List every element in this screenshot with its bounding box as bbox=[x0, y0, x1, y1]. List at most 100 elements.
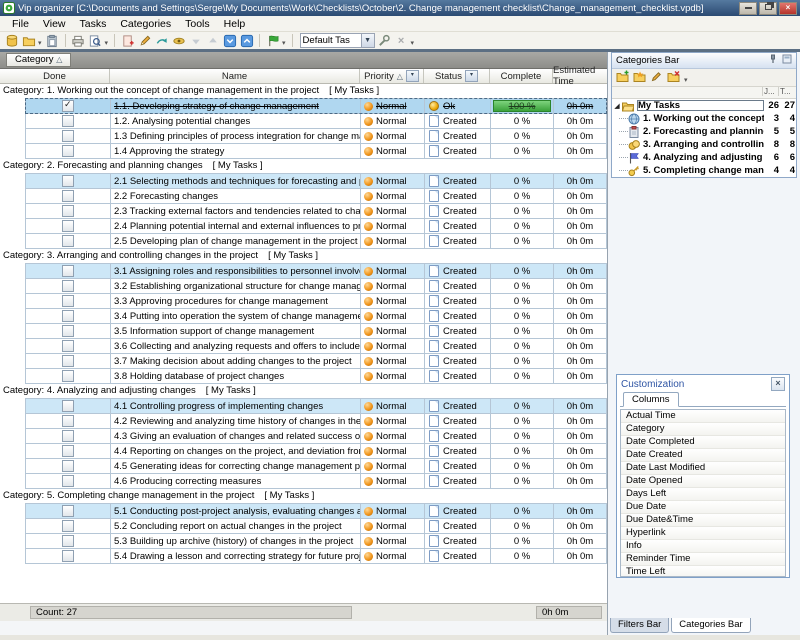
categories-toolbar-overflow-icon[interactable]: ▾ bbox=[684, 76, 688, 84]
tab-columns[interactable]: Columns bbox=[623, 392, 679, 407]
task-checkbox[interactable] bbox=[62, 190, 74, 202]
collapse-all-icon[interactable] bbox=[239, 33, 254, 48]
expand-all-icon[interactable] bbox=[222, 33, 237, 48]
task-row[interactable]: 4.5 Generating ideas for correcting chan… bbox=[25, 458, 607, 474]
customization-column-item[interactable]: Reminder Time bbox=[621, 553, 785, 566]
tree-expander-icon[interactable]: ◢ bbox=[612, 102, 622, 110]
category-tree-item[interactable]: 1. Working out the concept of ch34 bbox=[612, 112, 796, 125]
open-database-icon[interactable] bbox=[21, 33, 36, 48]
task-checkbox[interactable] bbox=[62, 325, 74, 337]
flag-icon[interactable] bbox=[265, 33, 280, 48]
column-header-name[interactable]: Name bbox=[110, 69, 360, 83]
task-row[interactable]: 5.1 Conducting post-project analysis, ev… bbox=[25, 503, 607, 519]
menu-file[interactable]: File bbox=[6, 17, 35, 31]
task-row[interactable]: 3.4 Putting into operation the system of… bbox=[25, 308, 607, 324]
task-row[interactable]: 4.2 Reviewing and analyzing time history… bbox=[25, 413, 607, 429]
pin-icon[interactable] bbox=[768, 54, 778, 67]
print-icon[interactable] bbox=[71, 33, 86, 48]
task-row[interactable]: 2.2 Forecasting changesNormalCreated0 %0… bbox=[25, 188, 607, 204]
flag-dropdown-icon[interactable]: ▾ bbox=[282, 39, 286, 47]
task-checkbox[interactable] bbox=[62, 310, 74, 322]
task-row[interactable]: 1.3 Defining principles of process integ… bbox=[25, 128, 607, 144]
task-row[interactable]: 1.4 Approving the strategyNormalCreated0… bbox=[25, 143, 607, 159]
customization-column-item[interactable]: Date Opened bbox=[621, 475, 785, 488]
add-subcategory-icon[interactable] bbox=[633, 70, 646, 86]
task-row[interactable]: 3.5 Information support of change manage… bbox=[25, 323, 607, 339]
task-checkbox[interactable] bbox=[62, 520, 74, 532]
column-header-done[interactable]: Done bbox=[0, 69, 110, 83]
task-checkbox[interactable] bbox=[62, 205, 74, 217]
task-checkbox[interactable] bbox=[62, 400, 74, 412]
task-checkbox[interactable] bbox=[62, 280, 74, 292]
customization-column-item[interactable]: Category bbox=[621, 423, 785, 436]
group-by-category-button[interactable]: Category △ bbox=[6, 53, 71, 67]
task-checkbox[interactable] bbox=[62, 415, 74, 427]
priority-filter-icon[interactable]: ▾ bbox=[406, 70, 419, 82]
column-header-priority[interactable]: Priority △ ▾ bbox=[360, 69, 424, 83]
task-checkbox[interactable] bbox=[62, 445, 74, 457]
category-tree-item[interactable]: 4. Analyzing and adjusting chang66 bbox=[612, 151, 796, 164]
task-row[interactable]: 2.4 Planning potential internal and exte… bbox=[25, 218, 607, 234]
task-row[interactable]: 2.3 Tracking external factors and tenden… bbox=[25, 203, 607, 219]
menu-tools[interactable]: Tools bbox=[179, 17, 216, 31]
task-type-combo[interactable]: Default Tas ▼ bbox=[300, 33, 375, 48]
task-row[interactable]: 3.6 Collecting and analyzing requests an… bbox=[25, 338, 607, 354]
delete-category-icon[interactable] bbox=[667, 70, 680, 86]
move-down-icon[interactable] bbox=[188, 33, 203, 48]
edit-task-icon[interactable] bbox=[137, 33, 152, 48]
hide-panel-icon[interactable] bbox=[782, 54, 792, 67]
task-row[interactable]: 5.3 Building up archive (history) of cha… bbox=[25, 533, 607, 549]
task-checkbox[interactable] bbox=[62, 370, 74, 382]
customization-column-item[interactable]: Time Left bbox=[621, 566, 785, 577]
task-row[interactable]: 3.1 Assigning roles and responsibilities… bbox=[25, 263, 607, 279]
column-header-estimated-time[interactable]: Estimated Time bbox=[553, 69, 607, 83]
category-tree-item[interactable]: 2. Forecasting and planning chan55 bbox=[612, 125, 796, 138]
open-dropdown-icon[interactable]: ▾ bbox=[38, 39, 42, 47]
restore-button[interactable] bbox=[759, 2, 777, 15]
status-filter-icon[interactable]: ▾ bbox=[465, 70, 478, 82]
task-checkbox[interactable] bbox=[62, 265, 74, 277]
task-checkbox[interactable] bbox=[62, 175, 74, 187]
tree-column-jobs[interactable]: J... bbox=[762, 87, 779, 96]
task-checkbox[interactable] bbox=[62, 130, 74, 142]
customization-column-item[interactable]: Date Last Modified bbox=[621, 462, 785, 475]
task-row[interactable]: 5.2 Concluding report on actual changes … bbox=[25, 518, 607, 534]
print-dropdown-icon[interactable]: ▾ bbox=[105, 39, 109, 47]
task-checkbox[interactable] bbox=[62, 340, 74, 352]
task-checkbox[interactable] bbox=[62, 355, 74, 367]
task-checkbox[interactable] bbox=[62, 550, 74, 562]
menu-help[interactable]: Help bbox=[218, 17, 252, 31]
save-icon[interactable] bbox=[45, 33, 60, 48]
task-row[interactable]: 2.1 Selecting methods and techniques for… bbox=[25, 173, 607, 189]
task-row[interactable]: 4.3 Giving an evaluation of changes and … bbox=[25, 428, 607, 444]
task-checkbox[interactable] bbox=[62, 295, 74, 307]
minimize-button[interactable] bbox=[739, 2, 757, 15]
view-task-icon[interactable] bbox=[171, 33, 186, 48]
task-checkbox[interactable] bbox=[62, 220, 74, 232]
tab-categories-bar[interactable]: Categories Bar bbox=[671, 618, 750, 633]
task-row[interactable]: 3.2 Establishing organizational structur… bbox=[25, 278, 607, 294]
add-category-icon[interactable] bbox=[616, 70, 629, 86]
new-task-icon[interactable] bbox=[120, 33, 135, 48]
category-tree-item[interactable]: 5. Completing change managemer44 bbox=[612, 164, 796, 177]
combo-dropdown-icon[interactable]: ▼ bbox=[361, 34, 374, 47]
delete-task-type-icon[interactable]: × bbox=[394, 33, 409, 48]
task-checkbox[interactable] bbox=[62, 115, 74, 127]
task-checkbox[interactable] bbox=[62, 235, 74, 247]
edit-category-icon[interactable] bbox=[650, 70, 663, 86]
menu-view[interactable]: View bbox=[37, 17, 72, 31]
task-row[interactable]: 3.8 Holding database of project changesN… bbox=[25, 368, 607, 384]
task-checkbox[interactable] bbox=[62, 430, 74, 442]
close-button[interactable]: × bbox=[779, 2, 797, 15]
customization-column-item[interactable]: Due Date&Time bbox=[621, 514, 785, 527]
customize-task-type-icon[interactable] bbox=[377, 33, 392, 48]
print-preview-icon[interactable] bbox=[88, 33, 103, 48]
close-customization-icon[interactable]: × bbox=[771, 377, 785, 391]
task-row[interactable]: 1.1. Developing strategy of change manag… bbox=[25, 98, 607, 114]
task-row[interactable]: 3.3 Approving procedures for change mana… bbox=[25, 293, 607, 309]
customization-column-item[interactable]: Due Date bbox=[621, 501, 785, 514]
task-checkbox[interactable] bbox=[62, 535, 74, 547]
tree-column-tasks[interactable]: T... bbox=[778, 87, 795, 96]
task-checkbox[interactable] bbox=[62, 145, 74, 157]
customization-column-item[interactable]: Date Created bbox=[621, 449, 785, 462]
